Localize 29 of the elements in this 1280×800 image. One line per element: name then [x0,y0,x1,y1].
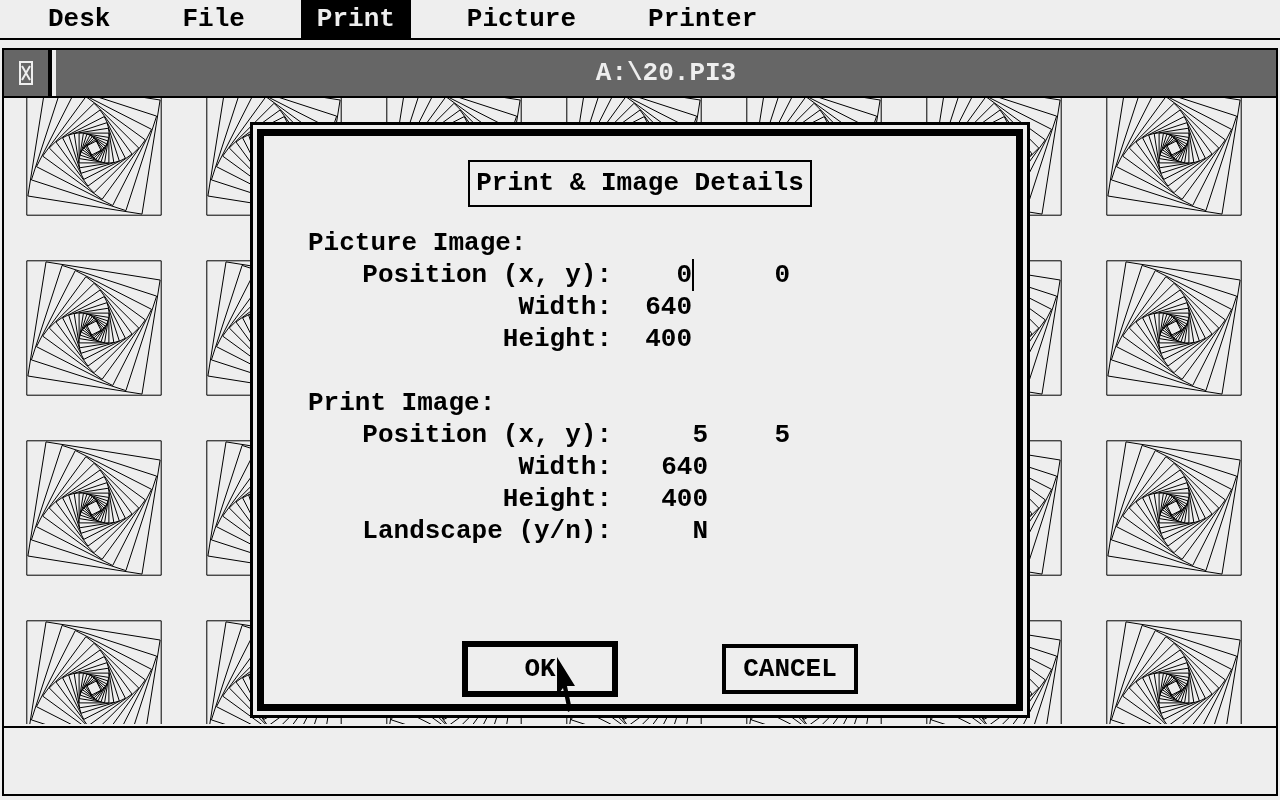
value-field[interactable]: 640 [661,451,710,483]
field-label: Position (x, y): [362,419,612,451]
field-label: Landscape (y/n): [362,515,612,547]
value-field[interactable]: 0 [676,259,694,291]
field-label: Height: [502,483,612,515]
section-heading: Picture Image: [308,227,527,259]
dialog-button[interactable]: OK [462,641,618,697]
window-title: A:\20.PI3 [56,50,1276,96]
field-label: Width: [518,291,612,323]
menu-item[interactable]: File [166,0,261,38]
menu-item[interactable]: Printer [632,0,774,38]
section-heading: Print Image: [308,387,496,419]
menu-item[interactable]: Print [300,0,411,38]
value-field[interactable]: 400 [661,483,710,515]
value-field[interactable]: 5 [774,419,790,451]
value-field[interactable]: N [692,515,710,547]
value-field[interactable]: 0 [774,259,790,291]
field-label: Height: [502,323,612,355]
dialog-title: Print & Image Details [468,160,812,207]
menu-item[interactable]: Desk [32,0,127,38]
value-field[interactable]: 640 [645,291,694,323]
field-label: Position (x, y): [362,259,612,291]
dialog-button[interactable]: CANCEL [722,644,858,694]
menu-item[interactable]: Picture [450,0,593,38]
close-icon [19,61,33,85]
field-label: Width: [518,451,612,483]
value-field[interactable]: 5 [692,419,710,451]
close-button[interactable] [4,50,52,96]
value-field[interactable]: 400 [645,323,694,355]
